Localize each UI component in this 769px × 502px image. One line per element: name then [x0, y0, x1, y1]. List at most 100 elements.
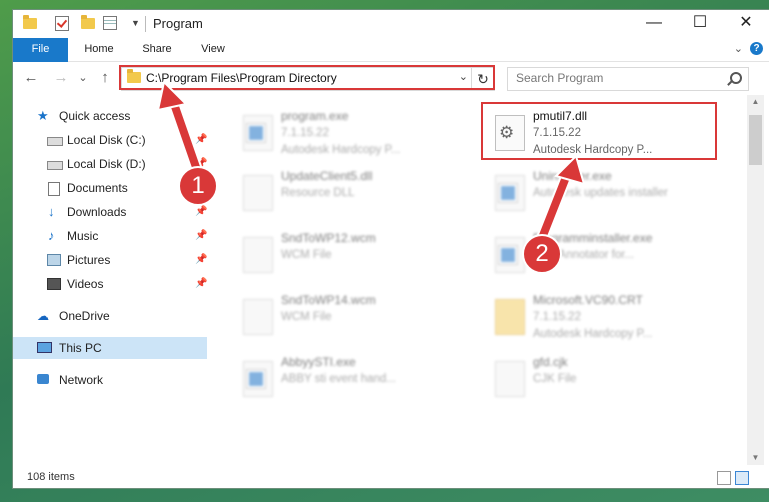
back-button[interactable]: ←: [23, 69, 39, 86]
file-description: Autodesk Hardcopy P...: [533, 328, 653, 340]
pin-icon[interactable]: 📌: [195, 230, 207, 241]
exe-icon: [495, 237, 525, 273]
folder-icon: [495, 299, 525, 335]
file-item[interactable]: Microsoft.VC90.CRT 7.1.15.22 Autodesk Ha…: [481, 291, 721, 347]
folder-icon: [23, 15, 37, 30]
callout-2: 2: [522, 234, 562, 274]
tab-home[interactable]: Home: [77, 38, 121, 61]
file-item[interactable]: Uninstaller.exe Autodesk updates install…: [481, 167, 721, 223]
file-version: ABBY sti event hand...: [281, 373, 396, 385]
drive-icon: [47, 137, 63, 146]
dll-icon: [243, 175, 273, 211]
file-icon: [243, 299, 273, 335]
tiles-view-icon[interactable]: [735, 471, 749, 485]
sidebar-item-onedrive[interactable]: ☁ OneDrive: [13, 305, 207, 327]
properties-check-icon[interactable]: [55, 16, 69, 31]
pin-icon[interactable]: 📌: [195, 278, 207, 289]
drive-icon: [47, 161, 63, 170]
file-version: Resource DLL: [281, 187, 355, 199]
file-item[interactable]: Programminstaller.exe PDF Annotator for.…: [481, 229, 721, 285]
file-item[interactable]: gfd.cjk CJK File: [481, 353, 721, 409]
documents-icon: [48, 182, 60, 196]
sidebar-item-pictures[interactable]: Pictures 📌: [13, 249, 207, 271]
file-version: 7.1.15.22: [533, 311, 581, 323]
file-explorer-window: ▼ Program — ☐ ✕ File Home Share View ⌄ ?…: [13, 10, 769, 488]
quick-access-toolbar-dropdown[interactable]: ▼: [131, 18, 140, 28]
file-name: Uninstaller.exe: [533, 169, 612, 183]
sidebar-item-label: Music: [67, 229, 99, 243]
star-icon: ★: [37, 108, 49, 123]
forward-button[interactable]: →: [53, 69, 69, 86]
scroll-down-icon[interactable]: ▼: [747, 451, 764, 465]
sidebar-item-videos[interactable]: Videos 📌: [13, 273, 207, 295]
sidebar-item-downloads[interactable]: ↓ Downloads 📌: [13, 201, 207, 223]
exe-icon: [243, 115, 273, 151]
vertical-scrollbar[interactable]: ▲ ▼: [747, 95, 764, 465]
sidebar-item-music[interactable]: ♪ Music 📌: [13, 225, 207, 247]
ribbon-expand-icon[interactable]: ⌄: [734, 42, 743, 55]
file-name: AbbyySTI.exe: [281, 355, 356, 369]
details-view-icon[interactable]: [717, 471, 731, 485]
item-count: 108 items: [27, 471, 75, 483]
file-item[interactable]: SndToWP12.wcm WCM File: [229, 229, 469, 285]
callout-1: 1: [178, 166, 218, 206]
sidebar-item-label: Documents: [67, 181, 128, 195]
exe-icon: [495, 175, 525, 211]
help-icon[interactable]: ?: [750, 42, 763, 55]
file-name: Microsoft.VC90.CRT: [533, 293, 643, 307]
sidebar-item-local-disk-d[interactable]: Local Disk (D:) 📌: [13, 153, 207, 175]
sidebar-item-this-pc[interactable]: This PC: [13, 337, 207, 359]
videos-icon: [47, 278, 61, 290]
search-placeholder: Search Program: [516, 71, 604, 85]
tab-view[interactable]: View: [193, 38, 233, 61]
title-separator: [145, 16, 146, 32]
file-item[interactable]: UpdateClient5.dll Resource DLL: [229, 167, 469, 223]
file-name: SndToWP14.wcm: [281, 293, 376, 307]
file-item[interactable]: SndToWP14.wcm WCM File: [229, 291, 469, 347]
properties-icon[interactable]: [103, 16, 117, 30]
file-icon: [243, 237, 273, 273]
scroll-up-icon[interactable]: ▲: [747, 95, 764, 109]
navigation-pane: ★ Quick access Local Disk (C:) 📌 Local D…: [13, 95, 209, 465]
search-box[interactable]: Search Program: [507, 67, 749, 91]
cloud-icon: ☁: [37, 309, 49, 323]
sidebar-item-local-disk-c[interactable]: Local Disk (C:) 📌: [13, 129, 207, 151]
sidebar-item-network[interactable]: Network: [13, 369, 207, 391]
file-item[interactable]: AbbyySTI.exe ABBY sti event hand...: [229, 353, 469, 409]
file-item[interactable]: program.exe 7.1.15.22 Autodesk Hardcopy …: [229, 107, 469, 163]
file-icon: [495, 361, 525, 397]
up-button[interactable]: ↑: [97, 69, 113, 86]
minimize-button[interactable]: —: [631, 10, 677, 38]
scroll-thumb[interactable]: [749, 115, 762, 165]
sidebar-item-label: Local Disk (D:): [67, 157, 146, 171]
file-name: gfd.cjk: [533, 355, 568, 369]
download-icon: ↓: [48, 204, 55, 219]
recent-locations-button[interactable]: ⌄: [75, 71, 91, 84]
address-highlight-box: [119, 65, 495, 90]
window-title: Program: [153, 16, 203, 31]
pin-icon[interactable]: 📌: [195, 254, 207, 265]
sidebar-item-label: Local Disk (C:): [67, 133, 146, 147]
music-icon: ♪: [48, 228, 55, 243]
tab-share[interactable]: Share: [133, 38, 181, 61]
maximize-button[interactable]: ☐: [677, 10, 723, 38]
sidebar-item-quick-access[interactable]: ★ Quick access: [13, 105, 207, 127]
sidebar-item-label: Network: [59, 373, 104, 387]
new-folder-icon[interactable]: [81, 15, 95, 30]
pin-icon[interactable]: 📌: [195, 206, 207, 217]
network-icon: [37, 374, 49, 384]
navigation-bar: ← → ⌄ ↑ C:\Program Files\Program Directo…: [13, 62, 769, 94]
file-version: 7.1.15.22: [281, 127, 329, 139]
file-version: WCM File: [281, 311, 332, 323]
status-bar: 108 items: [13, 466, 769, 488]
search-icon[interactable]: [730, 72, 742, 84]
pin-icon[interactable]: 📌: [195, 134, 207, 145]
sidebar-item-label: Videos: [67, 277, 104, 291]
pictures-icon: [47, 254, 61, 266]
file-version: WCM File: [281, 249, 332, 261]
sidebar-item-label: Quick access: [59, 109, 131, 123]
sidebar-item-label: OneDrive: [59, 309, 110, 323]
close-button[interactable]: ✕: [723, 10, 769, 38]
sidebar-item-label: This PC: [59, 341, 102, 355]
sidebar-item-label: Downloads: [67, 205, 127, 219]
